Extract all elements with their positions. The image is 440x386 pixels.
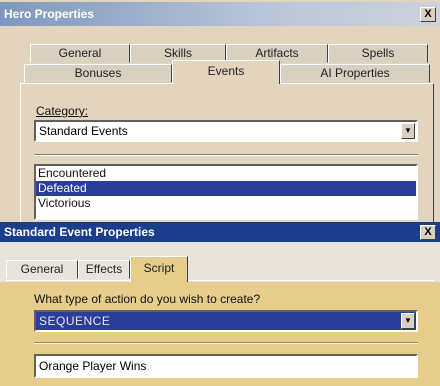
category-label: Category: <box>36 104 89 118</box>
hero-properties-window: Hero Properties X General Skills Artifac… <box>0 0 440 223</box>
category-value: Standard Events <box>39 124 128 138</box>
tab-ai-properties[interactable]: AI Properties <box>280 64 430 83</box>
tab-general[interactable]: General <box>6 260 78 279</box>
events-list[interactable]: Encountered Defeated Victorious <box>34 164 418 220</box>
list-item-encountered[interactable]: Encountered <box>36 166 416 181</box>
tab-spells[interactable]: Spells <box>328 44 428 63</box>
tab-panel-border <box>6 280 434 281</box>
hero-properties-titlebar[interactable]: Hero Properties X <box>0 2 440 26</box>
tab-bonuses[interactable]: Bonuses <box>24 64 172 83</box>
tab-script[interactable]: Script <box>130 256 188 282</box>
hero-properties-title: Hero Properties <box>4 7 95 21</box>
action-type-value: SEQUENCE <box>39 314 111 328</box>
sequence-name-field[interactable]: Orange Player Wins <box>34 354 418 378</box>
tab-general[interactable]: General <box>30 44 130 63</box>
event-properties-titlebar[interactable]: Standard Event Properties X <box>0 222 440 242</box>
tab-events[interactable]: Events <box>172 60 280 84</box>
separator <box>34 342 418 344</box>
category-dropdown[interactable]: Standard Events ▼ <box>34 120 418 142</box>
close-icon[interactable]: X <box>420 225 436 240</box>
event-properties-window: Standard Event Properties X General Effe… <box>0 222 440 386</box>
chevron-down-icon[interactable]: ▼ <box>401 123 415 139</box>
close-icon[interactable]: X <box>420 7 436 22</box>
list-item-defeated[interactable]: Defeated <box>36 181 416 196</box>
chevron-down-icon[interactable]: ▼ <box>401 313 415 329</box>
tab-effects[interactable]: Effects <box>78 260 130 279</box>
event-properties-title: Standard Event Properties <box>4 225 155 239</box>
action-question: What type of action do you wish to creat… <box>34 292 261 306</box>
separator <box>34 154 418 156</box>
sequence-name-value: Orange Player Wins <box>39 359 147 373</box>
action-type-dropdown[interactable]: SEQUENCE ▼ <box>34 310 418 332</box>
list-item-victorious[interactable]: Victorious <box>36 196 416 211</box>
